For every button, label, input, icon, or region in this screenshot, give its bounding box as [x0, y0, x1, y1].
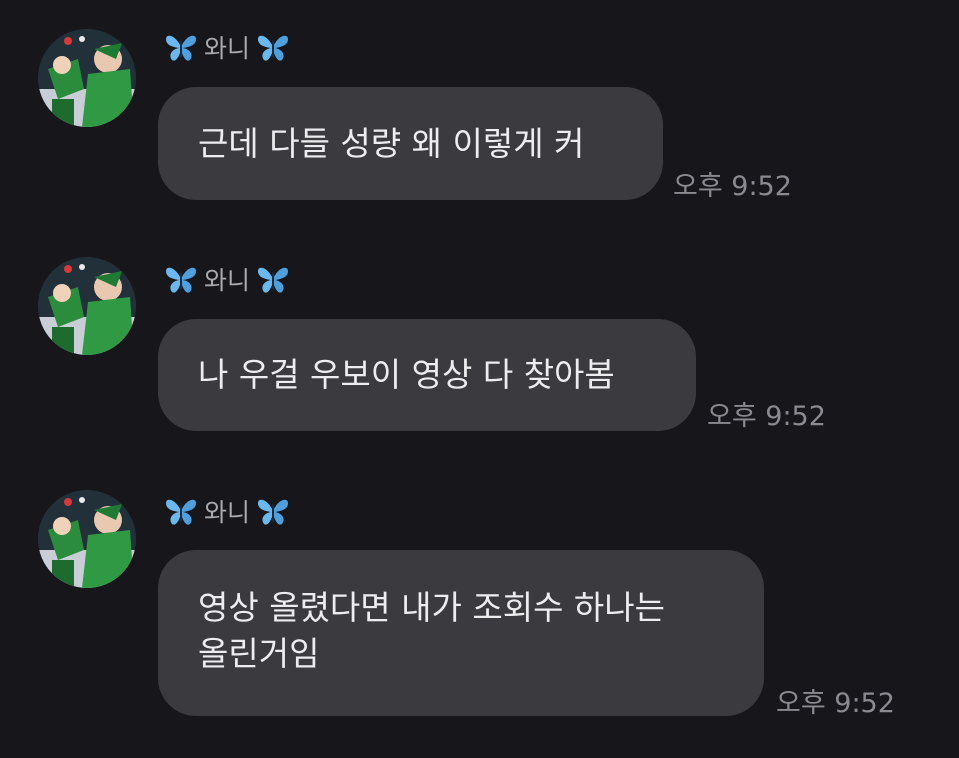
- butterfly-icon: [258, 35, 289, 61]
- butterfly-icon: [258, 499, 289, 525]
- butterfly-icon: [166, 35, 196, 61]
- message-timestamp: 오후 9:52: [776, 688, 895, 719]
- sender-name-row: 와니: [164, 493, 290, 529]
- message-text-line: 영상 올렸다면 내가 조회수 하나는: [198, 588, 665, 627]
- sender-name-row: 와니: [164, 261, 290, 297]
- avatar[interactable]: [38, 490, 136, 588]
- butterfly-icon: [258, 267, 289, 293]
- message-text-line: 올린거임: [198, 634, 320, 673]
- message-timestamp: 오후 9:52: [673, 171, 792, 202]
- message-bubble[interactable]: 근데 다들 성량 왜 이렇게 커: [158, 87, 663, 200]
- message-text: 근데 다들 성량 왜 이렇게 커: [198, 123, 585, 163]
- butterfly-icon: [166, 267, 196, 293]
- avatar[interactable]: [38, 29, 136, 127]
- chat-thread: 와니 근데 다들 성량 왜 이렇게 커 오후 9:52 와니 나 우걸 우보이 …: [0, 0, 959, 758]
- sender-name: 와니: [204, 498, 251, 527]
- avatar[interactable]: [38, 257, 136, 355]
- sender-name-row: 와니: [164, 29, 290, 65]
- butterfly-icon: [166, 499, 196, 525]
- sender-name: 와니: [204, 266, 251, 295]
- sender-name: 와니: [204, 34, 251, 63]
- message-bubble[interactable]: 영상 올렸다면 내가 조회수 하나는 올린거임: [158, 550, 764, 716]
- message-timestamp: 오후 9:52: [707, 401, 826, 432]
- message-text: 나 우걸 우보이 영상 다 찾아봄: [198, 355, 615, 394]
- message-bubble[interactable]: 나 우걸 우보이 영상 다 찾아봄: [158, 319, 696, 431]
